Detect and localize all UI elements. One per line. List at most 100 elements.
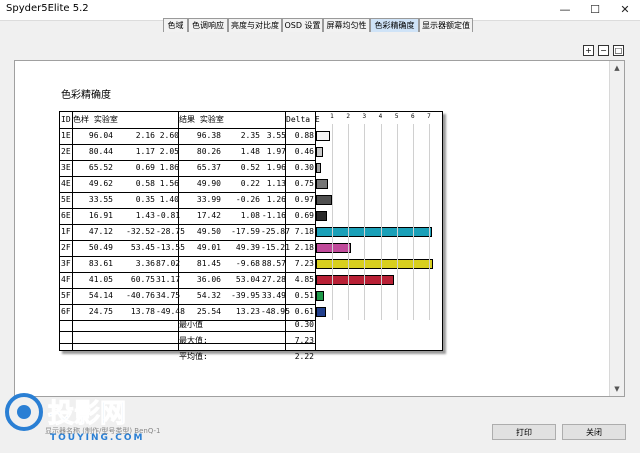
column-divider	[178, 112, 179, 350]
sample-lab-value: 1.43	[135, 211, 155, 220]
result-lab-value: 33.49	[261, 291, 286, 300]
tab-screen-uniformity[interactable]: 屏幕均匀性	[323, 18, 370, 32]
delta-e-bar	[316, 291, 325, 301]
tab-color-accuracy[interactable]: 色彩精确度	[370, 18, 419, 32]
sample-lab-value: 96.04	[88, 131, 113, 140]
sample-lab-value: 50.49	[88, 243, 113, 252]
header-sample-lab: 色样 实验室	[73, 115, 118, 124]
sample-lab-value: 2.05	[159, 147, 179, 156]
sample-lab-value: -49.48	[156, 307, 185, 316]
result-lab-value: 27.28	[261, 275, 286, 284]
tab-tone-response[interactable]: 色调响应	[188, 18, 228, 32]
sample-lab-value: 0.69	[135, 163, 155, 172]
summary-value: 7.23	[294, 336, 314, 345]
delta-e-value: 0.97	[294, 195, 314, 204]
zoom-in-icon[interactable]: +	[583, 45, 594, 56]
sample-lab-value: 65.52	[88, 163, 113, 172]
tick-label: 7	[427, 113, 431, 120]
result-lab-value: 65.37	[196, 163, 221, 172]
delta-e-bar	[316, 163, 321, 173]
result-lab-value: 36.06	[196, 275, 221, 284]
result-lab-value: 1.26	[266, 195, 286, 204]
delta-e-value: 0.46	[294, 147, 314, 156]
sample-lab-value: 16.91	[88, 211, 113, 220]
row-divider	[60, 304, 316, 305]
sample-lab-value: 33.55	[88, 195, 113, 204]
delta-e-bar	[316, 131, 331, 141]
grid-line	[429, 124, 431, 320]
sample-lab-value: -32.52	[126, 227, 155, 236]
maximize-icon[interactable]: ☐	[580, 0, 610, 20]
column-divider	[315, 112, 316, 350]
sample-lab-value: 34.75	[156, 291, 181, 300]
result-lab-value: -17.59	[231, 227, 260, 236]
result-lab-value: 3.55	[266, 131, 286, 140]
zoom-out-icon[interactable]: −	[598, 45, 609, 56]
sample-lab-value: 49.62	[88, 179, 113, 188]
result-lab-value: -39.95	[231, 291, 260, 300]
row-divider	[60, 272, 316, 273]
minimize-icon[interactable]: —	[550, 0, 580, 20]
result-lab-value: 80.26	[196, 147, 221, 156]
result-lab-value: 49.50	[196, 227, 221, 236]
row-id: 2F	[61, 243, 71, 252]
sample-lab-value: 3.36	[135, 259, 155, 268]
sample-lab-value: 87.02	[156, 259, 181, 268]
result-lab-value: 81.45	[196, 259, 221, 268]
result-lab-value: -48.95	[261, 307, 290, 316]
scroll-down-icon[interactable]: ▼	[610, 382, 624, 396]
result-lab-value: 49.01	[196, 243, 221, 252]
grid-line	[364, 124, 366, 320]
delta-e-bar	[316, 227, 433, 237]
result-lab-value: 1.48	[240, 147, 260, 156]
tab-display-rating[interactable]: 显示器额定值	[419, 18, 473, 32]
delta-e-bar	[316, 211, 328, 221]
sample-lab-value: 0.35	[135, 195, 155, 204]
row-divider	[60, 320, 316, 321]
vertical-scrollbar[interactable]: ▲ ▼	[609, 61, 624, 396]
close-button[interactable]: 关闭	[562, 424, 626, 440]
grid-line	[380, 124, 382, 320]
row-id: 3F	[61, 259, 71, 268]
row-id: 1F	[61, 227, 71, 236]
watermark-url: TOUYING.COM	[50, 433, 145, 443]
sample-lab-value: -0.81	[156, 211, 181, 220]
row-id: 4E	[61, 179, 71, 188]
watermark-logo: 投影网 TOUYING.COM	[5, 393, 145, 443]
tab-osd-settings[interactable]: OSD 设置	[282, 18, 323, 32]
row-id: 6F	[61, 307, 71, 316]
delta-e-bar	[316, 259, 433, 269]
row-divider	[60, 208, 316, 209]
result-lab-value: 17.42	[196, 211, 221, 220]
tick-label: 1	[330, 113, 334, 120]
result-lab-value: 0.52	[240, 163, 260, 172]
grid-line	[348, 124, 350, 320]
row-divider	[60, 224, 316, 225]
scroll-up-icon[interactable]: ▲	[610, 61, 624, 75]
zoom-fit-icon[interactable]: □	[613, 45, 624, 56]
result-lab-value: 0.22	[240, 179, 260, 188]
sample-lab-value: 80.44	[88, 147, 113, 156]
row-divider	[60, 128, 316, 129]
result-lab-value: -1.16	[261, 211, 286, 220]
sample-lab-value: 1.17	[135, 147, 155, 156]
window-title: Spyder5Elite 5.2	[6, 3, 89, 14]
close-icon[interactable]: ✕	[610, 0, 640, 20]
tab-gamut[interactable]: 色域	[163, 18, 188, 32]
delta-e-value: 4.85	[294, 275, 314, 284]
row-divider	[60, 240, 316, 241]
sample-lab-value: 41.05	[88, 275, 113, 284]
result-lab-value: 49.39	[235, 243, 260, 252]
sample-lab-value: 13.78	[130, 307, 155, 316]
result-lab-value: -0.26	[235, 195, 260, 204]
row-divider	[60, 288, 316, 289]
result-lab-value: -25.87	[261, 227, 290, 236]
sample-lab-value: 0.58	[135, 179, 155, 188]
delta-e-bar	[316, 147, 324, 157]
print-button[interactable]: 打印	[492, 424, 556, 440]
delta-e-value: 7.18	[294, 227, 314, 236]
row-id: 1E	[61, 131, 71, 140]
result-lab-value: 96.38	[196, 131, 221, 140]
tab-brightness-contrast[interactable]: 亮度与对比度	[228, 18, 282, 32]
row-divider	[60, 331, 316, 332]
